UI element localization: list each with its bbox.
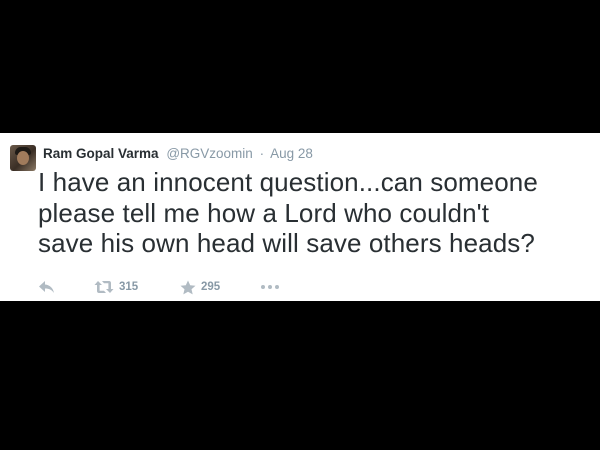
tweet-text-line: please tell me how a Lord who couldn't [38,197,490,228]
author-handle[interactable]: @RGVzoomin [166,146,252,161]
tweet-header: Ram Gopal Varma @RGVzoomin · Aug 28 [43,145,313,163]
tweet-timestamp[interactable]: Aug 28 [270,146,313,161]
more-button[interactable] [261,278,279,296]
avatar[interactable] [10,145,36,171]
retweet-icon [94,281,114,293]
avatar-face [17,151,29,165]
more-dots-icon [261,278,279,296]
tweet-actions: 315 295 [38,278,338,296]
favorite-button[interactable]: 295 [180,278,220,296]
header-separator: · [259,146,265,161]
tweet-card: Ram Gopal Varma @RGVzoomin · Aug 28 I ha… [0,133,600,301]
reply-button[interactable] [38,278,55,296]
reply-icon [39,281,54,293]
tweet-text-line: save his own head will save others heads… [38,228,535,258]
favorite-count: 295 [201,281,221,293]
retweet-count: 315 [119,281,139,293]
tweet-text: I have an innocent question...can someon… [38,167,598,259]
tweet-text-line: I have an innocent question...can someon… [38,167,538,197]
retweet-button[interactable]: 315 [94,278,138,296]
star-icon [180,280,196,294]
author-display-name[interactable]: Ram Gopal Varma [43,146,159,161]
